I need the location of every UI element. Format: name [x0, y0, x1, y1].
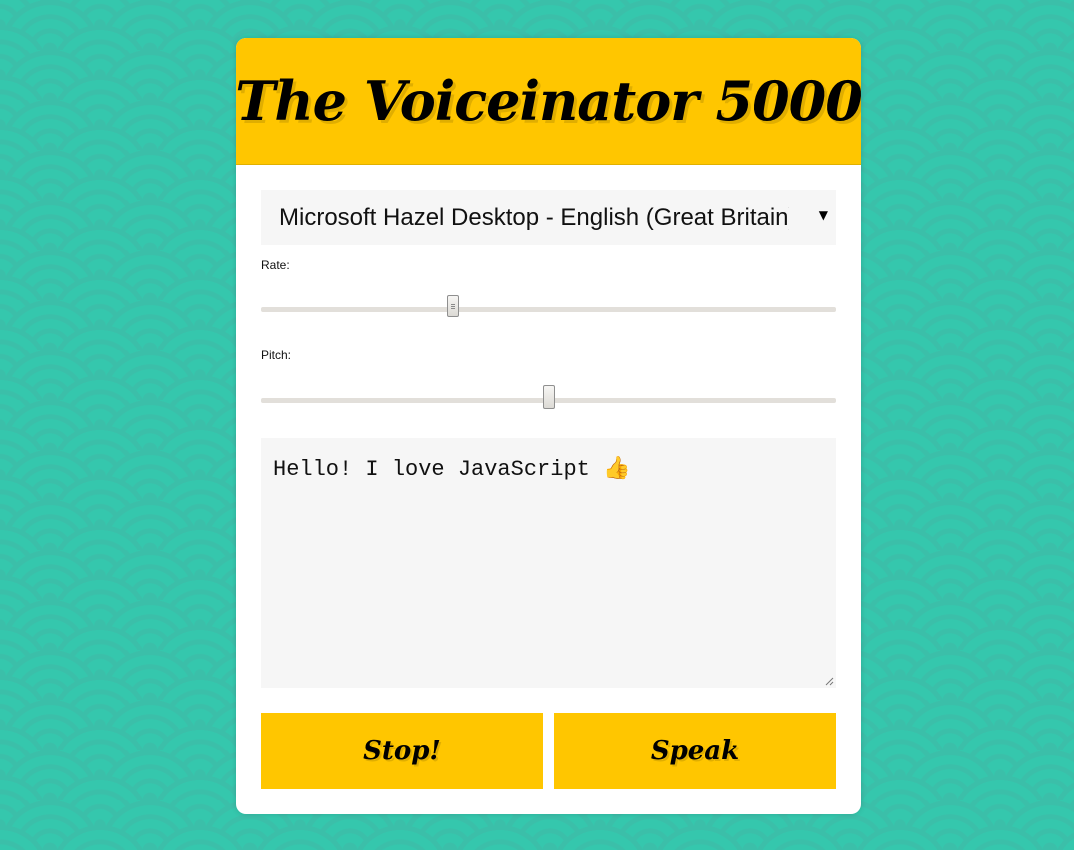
message-text: Hello! I love JavaScript 👍: [273, 457, 631, 482]
dropdown-arrow-icon: ▼: [818, 208, 828, 222]
voiceinator-panel: The Voiceinator 5000 Microsoft Hazel Des…: [236, 38, 861, 814]
message-textarea[interactable]: Hello! I love JavaScript 👍: [261, 438, 836, 688]
stop-button[interactable]: Stop!: [261, 713, 543, 789]
pitch-slider-thumb[interactable]: [542, 385, 555, 409]
header: The Voiceinator 5000: [236, 38, 861, 165]
rate-label: Rate:: [261, 258, 290, 272]
app-title: The Voiceinator 5000: [236, 69, 861, 133]
rate-slider-thumb[interactable]: [446, 295, 459, 317]
voice-select-value: Microsoft Hazel Desktop - English (Great…: [279, 203, 789, 231]
speak-button[interactable]: Speak: [554, 713, 836, 789]
pitch-label: Pitch:: [261, 348, 292, 362]
pitch-slider[interactable]: [261, 385, 836, 409]
voice-select[interactable]: Microsoft Hazel Desktop - English (Great…: [261, 190, 836, 245]
rate-slider[interactable]: [261, 295, 836, 317]
resize-handle-icon[interactable]: [825, 677, 834, 686]
